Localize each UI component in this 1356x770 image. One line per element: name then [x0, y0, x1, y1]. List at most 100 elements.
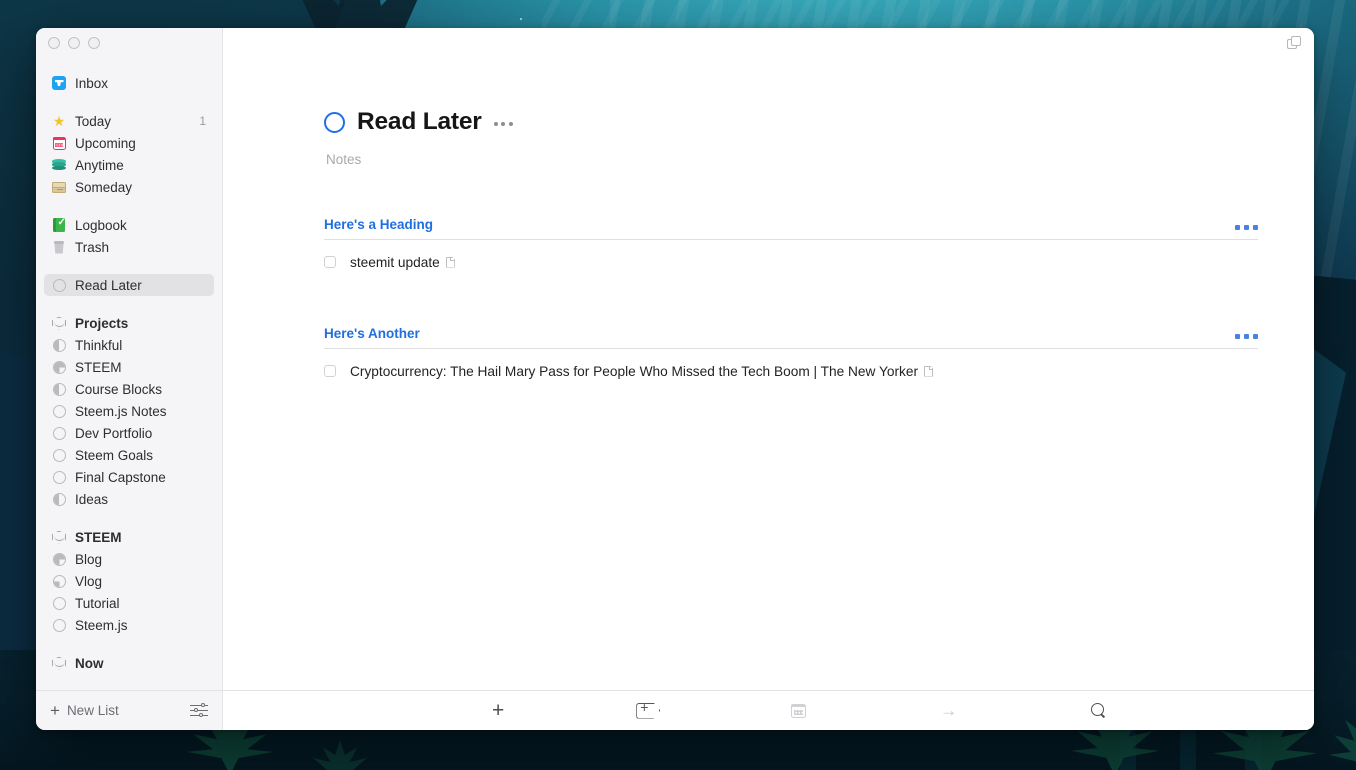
copy-windows-icon[interactable]	[1287, 36, 1302, 50]
todo-row[interactable]: Cryptocurrency: The Hail Mary Pass for P…	[324, 357, 1258, 385]
sidebar-item-label: Upcoming	[75, 135, 136, 151]
sidebar-item-label: Tutorial	[75, 595, 120, 611]
section-header: Here's a Heading	[324, 217, 1258, 240]
sidebar-item-label: Course Blocks	[75, 381, 163, 397]
desktop-wallpaper: Inbox ★ Today 1 Upcoming Anytime Someday…	[0, 0, 1356, 770]
todo-checkbox[interactable]	[324, 365, 336, 377]
section-title[interactable]: Here's a Heading	[324, 217, 433, 232]
sidebar-item-logbook[interactable]: Logbook	[44, 214, 214, 236]
sidebar-list[interactable]: Inbox ★ Today 1 Upcoming Anytime Someday…	[36, 58, 222, 690]
sidebar-item-count: 1	[199, 114, 206, 128]
sidebar-item-label: Vlog	[75, 573, 103, 589]
sidebar-item-steemjs-notes[interactable]: Steem.js Notes	[44, 400, 214, 422]
sidebar-item-label: Read Later	[75, 277, 142, 293]
sidebar-item-label: Thinkful	[75, 337, 123, 353]
sidebar-item-read-later[interactable]: Read Later	[44, 274, 214, 296]
main-pane: Read Later Notes Here's a Heading steemi…	[223, 28, 1314, 730]
sidebar-item-thinkful[interactable]: Thinkful	[44, 334, 214, 356]
progress-pie-icon	[50, 617, 68, 633]
sidebar-item-label: Final Capstone	[75, 469, 166, 485]
search-icon	[1091, 703, 1106, 718]
sidebar-item-blog[interactable]: Blog	[44, 548, 214, 570]
sidebar-item-tutorial[interactable]: Tutorial	[44, 592, 214, 614]
sidebar-item-label: Steem.js	[75, 617, 128, 633]
main-scroll-area[interactable]: Read Later Notes Here's a Heading steemi…	[223, 58, 1314, 690]
sidebar-item-vlog[interactable]: Vlog	[44, 570, 214, 592]
search-button[interactable]	[1082, 698, 1116, 724]
bottom-toolbar: + →	[223, 690, 1314, 730]
sliders-icon[interactable]	[190, 702, 208, 718]
sidebar-area-label: STEEM	[75, 529, 122, 545]
sidebar-item-label: STEEM	[75, 359, 122, 375]
progress-pie-icon	[50, 425, 68, 441]
sidebar-item-trash[interactable]: Trash	[44, 236, 214, 258]
layers-icon	[50, 157, 68, 173]
sidebar-item-upcoming[interactable]: Upcoming	[44, 132, 214, 154]
sidebar-item-someday[interactable]: Someday	[44, 176, 214, 198]
zoom-button[interactable]	[88, 37, 100, 49]
box-icon	[50, 179, 68, 195]
progress-pie-icon	[50, 447, 68, 463]
sidebar-item-label: Blog	[75, 551, 103, 567]
todo-row[interactable]: steemit update	[324, 248, 1258, 276]
sidebar-item-final-capstone[interactable]: Final Capstone	[44, 466, 214, 488]
sidebar-item-course-blocks[interactable]: Course Blocks	[44, 378, 214, 400]
sidebar-area-projects[interactable]: Projects	[44, 312, 214, 334]
sidebar-item-today[interactable]: ★ Today 1	[44, 110, 214, 132]
area-hexagon-icon	[50, 655, 68, 671]
window-body: Inbox ★ Today 1 Upcoming Anytime Someday…	[36, 28, 1314, 730]
new-project-button[interactable]	[631, 698, 665, 724]
calendar-icon	[50, 135, 68, 151]
progress-pie-icon	[50, 573, 68, 589]
section-heading-group: Here's a Heading steemit update	[324, 217, 1258, 276]
todo-checkbox[interactable]	[324, 256, 336, 268]
sidebar-item-steem-goals[interactable]: Steem Goals	[44, 444, 214, 466]
sidebar-divider	[36, 198, 222, 214]
section-header: Here's Another	[324, 326, 1258, 349]
sidebar-item-ideas[interactable]: Ideas	[44, 488, 214, 510]
progress-pie-icon	[50, 491, 68, 507]
sidebar-item-label: Trash	[75, 239, 110, 255]
list-ellipsis-icon[interactable]	[493, 118, 513, 126]
main-titlebar	[223, 28, 1314, 58]
new-list-label: New List	[66, 703, 119, 718]
close-button[interactable]	[48, 37, 60, 49]
sidebar-item-dev-portfolio[interactable]: Dev Portfolio	[44, 422, 214, 444]
sidebar-item-anytime[interactable]: Anytime	[44, 154, 214, 176]
things-app-window: Inbox ★ Today 1 Upcoming Anytime Someday…	[36, 28, 1314, 730]
section-ellipsis-icon[interactable]	[1235, 225, 1258, 232]
section-heading-group: Here's Another Cryptocurrency: The Hail …	[324, 326, 1258, 385]
when-button[interactable]	[781, 698, 815, 724]
sidebar: Inbox ★ Today 1 Upcoming Anytime Someday…	[36, 28, 223, 730]
page-title[interactable]: Read Later	[357, 108, 482, 136]
new-todo-button[interactable]: +	[481, 698, 515, 724]
sidebar-item-label: Today	[75, 113, 112, 129]
sidebar-item-label: Anytime	[75, 157, 124, 173]
inbox-icon	[50, 75, 68, 91]
star-icon: ★	[52, 113, 66, 129]
sidebar-area-steem[interactable]: STEEM	[44, 526, 214, 548]
sidebar-item-steem-project[interactable]: STEEM	[44, 356, 214, 378]
sidebar-divider	[36, 296, 222, 312]
sidebar-item-label: Steem.js Notes	[75, 403, 167, 419]
note-indicator-icon	[924, 365, 934, 377]
sidebar-item-label: Someday	[75, 179, 133, 195]
area-hexagon-icon	[50, 315, 68, 331]
area-hexagon-icon	[50, 529, 68, 545]
section-ellipsis-icon[interactable]	[1235, 334, 1258, 341]
move-button[interactable]: →	[932, 698, 966, 724]
notes-field[interactable]: Notes	[326, 152, 1258, 167]
sidebar-divider	[36, 258, 222, 274]
sidebar-item-steemjs[interactable]: Steem.js	[44, 614, 214, 636]
plus-icon: +	[491, 699, 505, 722]
section-title[interactable]: Here's Another	[324, 326, 420, 341]
minimize-button[interactable]	[68, 37, 80, 49]
sidebar-footer: + New List	[36, 690, 222, 730]
note-indicator-icon	[446, 256, 455, 268]
list-header: Read Later	[324, 108, 1258, 136]
sidebar-item-label: Ideas	[75, 491, 109, 507]
sidebar-area-now[interactable]: Now	[44, 652, 214, 674]
sidebar-item-inbox[interactable]: Inbox	[44, 72, 214, 94]
new-list-button[interactable]: + New List	[50, 702, 119, 719]
progress-pie-icon	[50, 469, 68, 485]
